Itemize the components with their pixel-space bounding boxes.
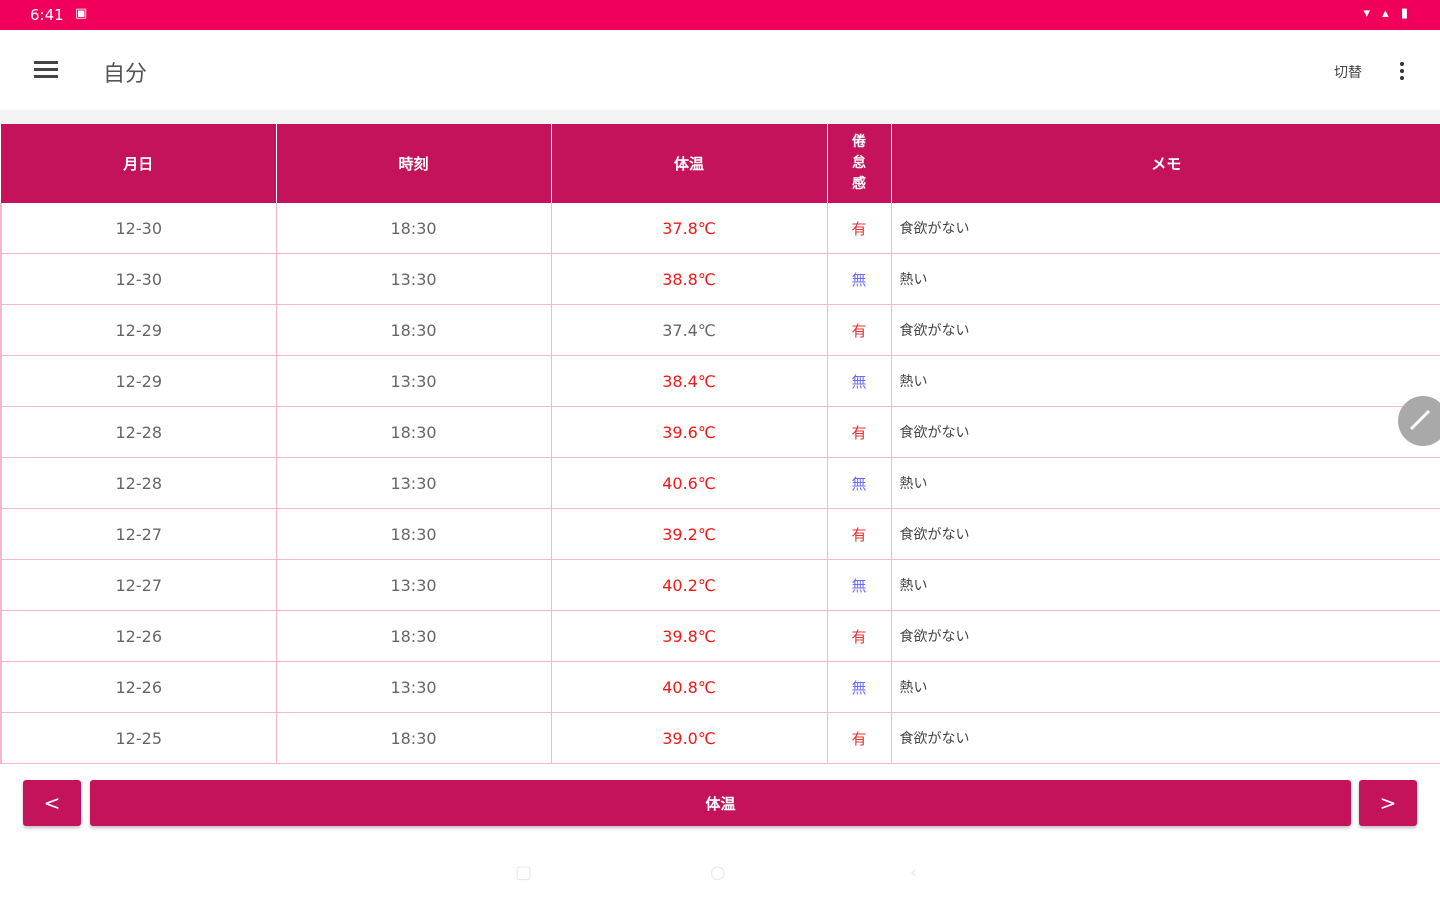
cell-fatigue: 無: [827, 661, 892, 713]
cell-time: 13:30: [276, 457, 552, 509]
header-fatigue: 倦 怠 感: [827, 124, 892, 203]
table-body: 12-30 18:30 37.8℃ 有食欲がない 12-30 13:30 38.8℃ 無熱い 1…: [0, 203, 1440, 764]
cell-fatigue: 有: [827, 508, 892, 560]
table-row[interactable]: 12-27 13:30 40.2℃ 無熱い: [0, 559, 1440, 611]
cell-memo: 熱い: [891, 559, 1440, 611]
cell-memo: 熱い: [891, 661, 1440, 713]
cell-fatigue: 無: [827, 559, 892, 611]
cell-fatigue: 有: [827, 712, 892, 764]
table: 月日 時刻 体温 倦 怠 感 メモ 12-30 18:30 37.8℃ 有食欲がない 1…: [0, 124, 1440, 764]
more-vert-icon[interactable]: [1398, 60, 1406, 82]
cell-fatigue: 有: [827, 610, 892, 662]
cell-date: 12-30: [0, 253, 277, 305]
cell-time: 18:30: [276, 712, 552, 764]
status-time: 6:41: [30, 6, 64, 24]
cell-temp: 40.2℃: [551, 559, 828, 611]
cell-fatigue: 有: [827, 304, 892, 356]
status-bar: 6:41 ▣ ▾ ▴ ▮: [0, 0, 1440, 30]
app-bar: 自分 切替: [0, 30, 1440, 110]
edit-button[interactable]: [1398, 396, 1440, 446]
status-icons: ▾ ▴ ▮: [1363, 6, 1412, 21]
cell-date: 12-29: [0, 304, 277, 356]
table-row[interactable]: 12-26 13:30 40.8℃ 無熱い: [0, 661, 1440, 713]
cell-time: 18:30: [276, 304, 552, 356]
header-temp: 体温: [551, 124, 828, 203]
prev-button[interactable]: <: [23, 780, 81, 826]
cell-temp: 37.8℃: [551, 203, 828, 254]
cell-date: 12-26: [0, 610, 277, 662]
cell-temp: 38.4℃: [551, 355, 828, 407]
cell-temp: 39.8℃: [551, 610, 828, 662]
cell-memo: 食欲がない: [891, 203, 1440, 254]
system-nav-bar: ▢ ○ ‹: [0, 846, 1440, 900]
table-row[interactable]: 12-29 18:30 37.4℃ 有食欲がない: [0, 304, 1440, 356]
cell-memo: 熱い: [891, 355, 1440, 407]
cell-memo: 熱い: [891, 253, 1440, 305]
cell-time: 18:30: [276, 203, 552, 254]
cell-date: 12-27: [0, 508, 277, 560]
cell-fatigue: 有: [827, 406, 892, 458]
header-memo: メモ: [891, 124, 1440, 203]
back-icon[interactable]: ‹: [910, 862, 917, 883]
temperature-table[interactable]: 月日 時刻 体温 倦 怠 感 メモ 12-30 18:30 37.8℃ 有食欲がない 1…: [0, 124, 1440, 766]
cell-time: 18:30: [276, 508, 552, 560]
cell-memo: 食欲がない: [891, 610, 1440, 662]
cell-time: 18:30: [276, 610, 552, 662]
hamburger-icon[interactable]: [34, 61, 58, 79]
header-date: 月日: [1, 124, 277, 203]
cell-temp: 37.4℃: [551, 304, 828, 356]
cell-date: 12-26: [0, 661, 277, 713]
table-row[interactable]: 12-29 13:30 38.4℃ 無熱い: [0, 355, 1440, 407]
cell-time: 13:30: [276, 355, 552, 407]
cell-memo: 食欲がない: [891, 712, 1440, 764]
cell-memo: 熱い: [891, 457, 1440, 509]
cell-temp: 39.2℃: [551, 508, 828, 560]
next-button[interactable]: >: [1359, 780, 1417, 826]
table-row[interactable]: 12-30 13:30 38.8℃ 無熱い: [0, 253, 1440, 305]
sim-icon: ▣: [75, 6, 88, 21]
switch-button[interactable]: 切替: [1334, 62, 1362, 82]
cell-time: 13:30: [276, 559, 552, 611]
table-row[interactable]: 12-28 18:30 39.6℃ 有食欲がない: [0, 406, 1440, 458]
divider: [0, 110, 1440, 124]
cell-temp: 39.0℃: [551, 712, 828, 764]
page-title: 自分: [103, 62, 148, 87]
table-row[interactable]: 12-26 18:30 39.8℃ 有食欲がない: [0, 610, 1440, 662]
table-header-row: 月日 時刻 体温 倦 怠 感 メモ: [1, 124, 1440, 203]
cell-fatigue: 無: [827, 253, 892, 305]
cell-date: 12-25: [0, 712, 277, 764]
cell-date: 12-28: [0, 406, 277, 458]
cell-temp: 40.8℃: [551, 661, 828, 713]
cell-fatigue: 有: [827, 203, 892, 254]
cell-date: 12-27: [0, 559, 277, 611]
mode-button[interactable]: 体温: [90, 780, 1351, 826]
cell-temp: 38.8℃: [551, 253, 828, 305]
cell-fatigue: 無: [827, 457, 892, 509]
cell-temp: 39.6℃: [551, 406, 828, 458]
home-icon[interactable]: ○: [710, 862, 726, 883]
cell-memo: 食欲がない: [891, 304, 1440, 356]
table-row[interactable]: 12-28 13:30 40.6℃ 無熱い: [0, 457, 1440, 509]
table-row[interactable]: 12-27 18:30 39.2℃ 有食欲がない: [0, 508, 1440, 560]
cell-fatigue: 無: [827, 355, 892, 407]
bottom-nav: < 体温 >: [0, 766, 1440, 846]
pencil-icon: [1410, 410, 1430, 430]
table-row[interactable]: 12-30 18:30 37.8℃ 有食欲がない: [0, 203, 1440, 254]
header-time: 時刻: [276, 124, 552, 203]
recents-icon[interactable]: ▢: [515, 862, 532, 883]
cell-memo: 食欲がない: [891, 406, 1440, 458]
cell-memo: 食欲がない: [891, 508, 1440, 560]
table-row[interactable]: 12-25 18:30 39.0℃ 有食欲がない: [0, 712, 1440, 764]
cell-temp: 40.6℃: [551, 457, 828, 509]
cell-date: 12-29: [0, 355, 277, 407]
cell-date: 12-30: [0, 203, 277, 254]
header-fatigue-label: 倦 怠 感: [852, 134, 866, 192]
cell-time: 18:30: [276, 406, 552, 458]
cell-time: 13:30: [276, 253, 552, 305]
cell-date: 12-28: [0, 457, 277, 509]
cell-time: 13:30: [276, 661, 552, 713]
